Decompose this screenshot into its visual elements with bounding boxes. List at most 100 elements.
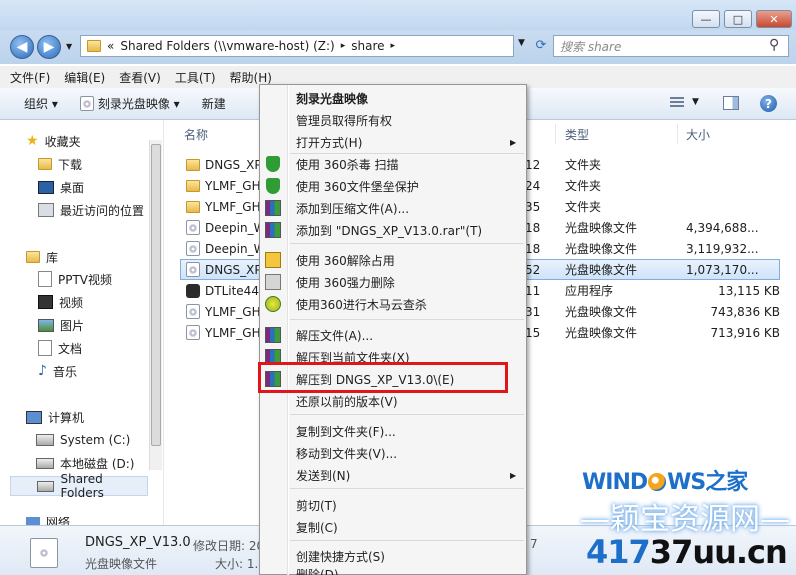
menu-item-360-protect[interactable]: 使用 360文件堡垒保护 [296, 176, 419, 196]
disc-image-icon [186, 262, 200, 277]
nav-favorites-label: 收藏夹 [44, 134, 81, 149]
watermark-url-b: 37uu.cn [649, 533, 788, 571]
desktop-icon [38, 180, 54, 194]
nav-libraries[interactable]: 库 [26, 247, 58, 267]
nav-music[interactable]: ♪ 音乐 [38, 361, 77, 381]
burn-image-button[interactable]: 刻录光盘映像 ▾ [79, 95, 180, 112]
address-current[interactable]: share [351, 39, 384, 53]
menu-item-360-force-delete[interactable]: 使用 360强力删除 [296, 272, 395, 292]
search-icon[interactable]: ⚲ [769, 37, 779, 53]
menu-item-restore-versions[interactable]: 还原以前的版本(V) [296, 391, 398, 411]
menu-item-take-ownership[interactable]: 管理员取得所有权 [296, 110, 392, 130]
nav-local-d-label: 本地磁盘 (D:) [60, 456, 135, 471]
pane-divider [163, 120, 164, 525]
360-unlock-icon [265, 252, 281, 268]
nav-system-c-label: System (C:) [60, 433, 131, 447]
details-filename: DNGS_XP_V13.0 [85, 535, 191, 550]
menu-item-move-to-folder[interactable]: 移动到文件夹(V)... [296, 443, 397, 463]
nav-scrollbar[interactable] [149, 140, 162, 470]
file-date: 18 [525, 241, 541, 256]
file-type: 光盘映像文件 [565, 263, 638, 277]
nav-computer[interactable]: 计算机 [26, 407, 84, 427]
nav-scrollbar-thumb[interactable] [151, 144, 161, 446]
address-dropdown[interactable]: ▼ [518, 38, 525, 48]
preview-pane-icon[interactable] [723, 96, 739, 110]
nav-network[interactable]: 网络 [26, 517, 70, 525]
nav-pptv[interactable]: PPTV视频 [38, 269, 112, 289]
chevron-right-icon[interactable]: ▸ [391, 41, 396, 51]
menu-item-copy[interactable]: 复制(C) [296, 517, 338, 537]
menu-item-create-shortcut[interactable]: 创建快捷方式(S) [296, 546, 385, 566]
view-options-icon[interactable] [670, 97, 684, 109]
menu-file[interactable]: 文件(F) [10, 69, 50, 86]
back-button[interactable]: ◀ [10, 35, 34, 59]
nav-downloads[interactable]: 下载 [38, 154, 82, 174]
nav-libraries-label: 库 [46, 250, 59, 265]
library-icon [26, 251, 40, 263]
menu-item-open-with[interactable]: 打开方式(H) [296, 132, 362, 152]
nav-local-d[interactable]: 本地磁盘 (D:) [36, 453, 134, 473]
file-size: 743,836 KB [710, 304, 780, 319]
menu-item-delete[interactable]: 删除(D) [296, 566, 339, 575]
nav-pptv-label: PPTV视频 [58, 272, 113, 287]
context-menu-gutter [287, 85, 289, 575]
nav-computer-label: 计算机 [48, 410, 85, 425]
file-name: Deepin_W [205, 220, 266, 235]
minimize-button[interactable]: — [692, 10, 720, 28]
file-name: DTLite449 [205, 283, 267, 298]
file-date: 35 [525, 199, 541, 214]
organize-button[interactable]: 组织 ▾ [24, 95, 58, 112]
address-overflow[interactable]: « [107, 39, 114, 53]
shredder-icon [265, 274, 281, 290]
nav-video[interactable]: 视频 [38, 292, 83, 312]
folder-icon [186, 200, 200, 213]
folder-icon [186, 158, 200, 171]
column-header-size[interactable]: 大小 [686, 126, 710, 143]
watermark-url-a: 417 [586, 533, 651, 571]
nav-desktop[interactable]: 桌面 [38, 177, 84, 197]
refresh-icon[interactable]: ⟳ [532, 36, 550, 54]
view-dropdown[interactable]: ▼ [692, 97, 699, 107]
forward-button[interactable]: ▶ [37, 35, 61, 59]
disc-image-icon [186, 325, 200, 340]
nav-system-c[interactable]: System (C:) [36, 430, 130, 450]
menu-separator [290, 540, 524, 541]
column-header-name[interactable]: 名称 [184, 126, 208, 143]
maximize-button[interactable]: □ [724, 10, 752, 28]
menu-item-360-scan[interactable]: 使用 360杀毒 扫描 [296, 154, 399, 174]
menu-item-add-archive[interactable]: 添加到压缩文件(A)... [296, 198, 409, 218]
menu-item-add-to-rar[interactable]: 添加到 "DNGS_XP_V13.0.rar"(T) [296, 220, 482, 240]
menu-item-360-trojan-scan[interactable]: 使用360进行木马云查杀 [296, 294, 427, 314]
menu-item-burn-image[interactable]: 刻录光盘映像 [296, 88, 368, 108]
menu-item-copy-to-folder[interactable]: 复制到文件夹(F)... [296, 421, 396, 441]
nav-recent[interactable]: 最近访问的位置 [38, 200, 144, 220]
nav-shared-folders[interactable]: Shared Folders [10, 472, 148, 500]
recent-pages-dropdown[interactable]: ▼ [66, 42, 72, 51]
disc-image-icon [30, 538, 58, 568]
menu-item-cut[interactable]: 剪切(T) [296, 495, 337, 515]
pictures-icon [38, 318, 54, 332]
menu-edit[interactable]: 编辑(E) [64, 69, 105, 86]
menu-separator [290, 319, 524, 320]
address-path[interactable]: Shared Folders (\\vmware-host) (Z:) [120, 39, 334, 53]
menu-item-360-unlock[interactable]: 使用 360解除占用 [296, 250, 395, 270]
menu-tools[interactable]: 工具(T) [175, 69, 216, 86]
menu-item-send-to[interactable]: 发送到(N) [296, 465, 350, 485]
chevron-right-icon[interactable]: ▸ [341, 41, 346, 51]
column-header-type[interactable]: 类型 [565, 126, 589, 143]
file-name: DNGS_XP [205, 157, 262, 172]
nav-pictures[interactable]: 图片 [38, 315, 84, 335]
help-icon[interactable]: ? [760, 95, 777, 112]
folder-icon [87, 40, 101, 52]
network-icon [26, 517, 40, 525]
address-bar[interactable]: « Shared Folders (\\vmware-host) (Z:) ▸ … [80, 35, 514, 57]
menu-help[interactable]: 帮助(H) [230, 69, 272, 86]
menu-item-extract-files[interactable]: 解压文件(A)... [296, 325, 373, 345]
close-button[interactable]: ✕ [756, 10, 792, 28]
search-input[interactable]: 搜索 share [553, 35, 789, 57]
new-folder-button[interactable]: 新建 [202, 95, 226, 112]
nav-documents[interactable]: 文档 [38, 338, 82, 358]
nav-favorites[interactable]: ★ 收藏夹 [26, 131, 81, 151]
file-type: 文件夹 [565, 179, 602, 193]
menu-view[interactable]: 查看(V) [119, 69, 161, 86]
